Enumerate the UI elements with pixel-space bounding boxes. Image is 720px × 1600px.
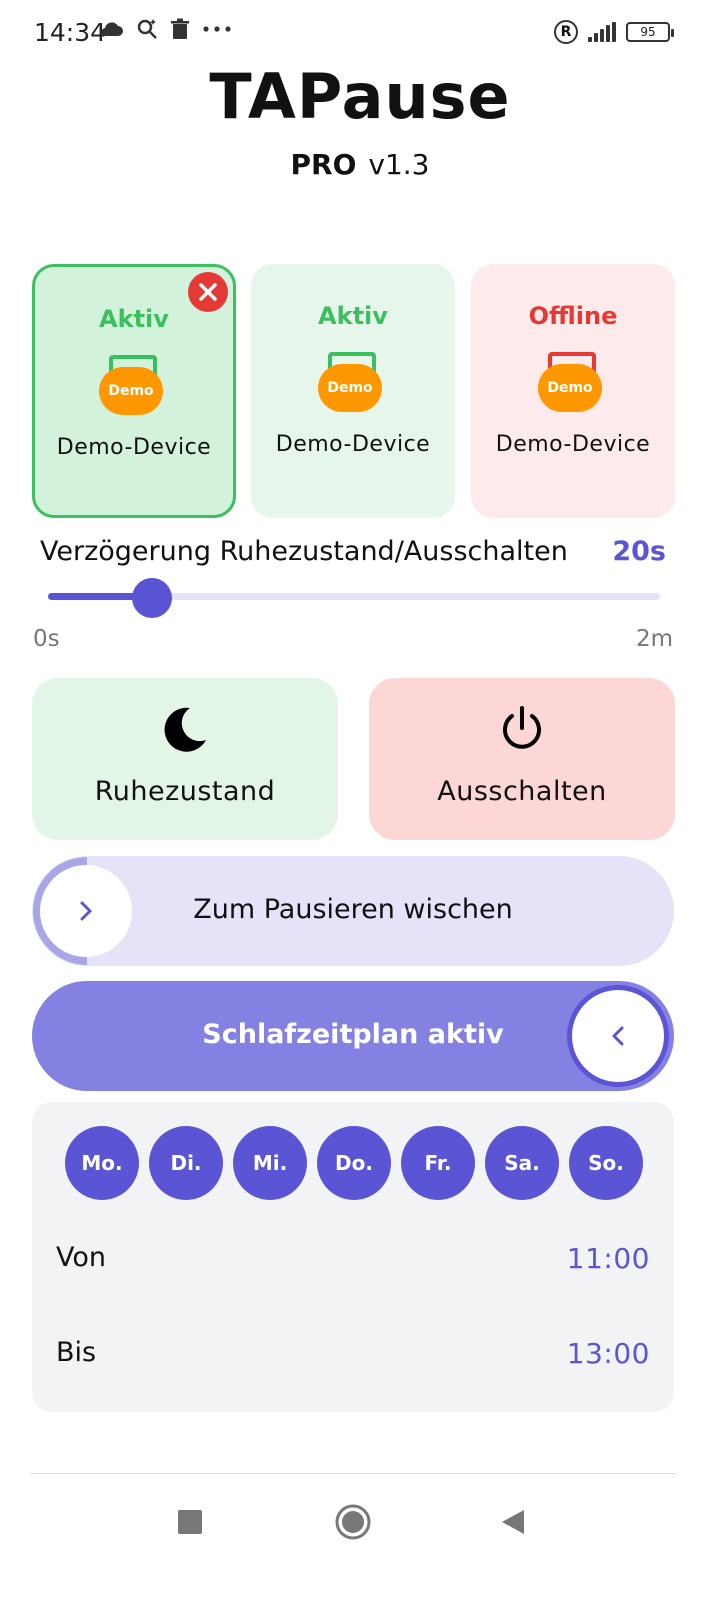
weekday-selector: Mo. Di. Mi. Do. Fr. Sa. So. — [65, 1126, 643, 1200]
status-icons-left — [100, 18, 232, 40]
device-name: Demo-Device — [56, 435, 212, 460]
schedule-panel: Mo. Di. Mi. Do. Fr. Sa. So. Von 11:00 Bi… — [32, 1102, 674, 1412]
back-button[interactable] — [488, 1500, 538, 1544]
back-triangle-icon — [502, 1510, 524, 1534]
status-time: 14:34 — [34, 18, 107, 47]
device-name: Demo-Device — [495, 432, 651, 457]
recent-apps-button[interactable] — [165, 1500, 215, 1544]
battery-level: 95 — [640, 25, 656, 39]
cloud-icon — [101, 22, 123, 37]
schedule-toggle-bar[interactable]: Schlafzeitplan aktiv — [32, 981, 674, 1091]
device-badge: Demo — [99, 367, 163, 415]
device-card-2[interactable]: Aktiv Demo Demo-Device — [251, 264, 455, 518]
device-icon: Demo — [318, 352, 388, 416]
from-label: Von — [56, 1242, 107, 1273]
device-name: Demo-Device — [275, 432, 431, 457]
close-icon — [199, 283, 217, 301]
device-icon: Demo — [538, 352, 608, 416]
schedule-toggle-knob[interactable] — [572, 990, 664, 1082]
day-wednesday[interactable]: Mi. — [233, 1126, 307, 1200]
shutdown-label: Ausschalten — [437, 776, 607, 807]
signal-icon — [588, 22, 616, 42]
version-label: v1.3 — [368, 148, 430, 181]
trash-icon — [171, 18, 189, 39]
sleep-button[interactable]: Ruhezustand — [32, 678, 338, 840]
delay-label: Verzögerung Ruhezustand/Ausschalten — [40, 536, 568, 567]
delay-max-label: 2m — [635, 626, 673, 652]
day-sunday[interactable]: So. — [569, 1126, 643, 1200]
device-card-3[interactable]: Offline Demo Demo-Device — [471, 264, 675, 518]
day-friday[interactable]: Fr. — [401, 1126, 475, 1200]
to-label: Bis — [56, 1337, 97, 1368]
nav-divider — [30, 1473, 676, 1474]
day-monday[interactable]: Mo. — [65, 1126, 139, 1200]
delay-slider-thumb[interactable] — [132, 578, 173, 618]
day-thursday[interactable]: Do. — [317, 1126, 391, 1200]
app-subtitle: PRO v1.3 — [0, 148, 720, 181]
registered-icon: R — [554, 20, 578, 44]
square-icon — [178, 1510, 202, 1534]
delay-min-label: 0s — [33, 626, 60, 652]
day-saturday[interactable]: Sa. — [485, 1126, 559, 1200]
shutdown-button[interactable]: Ausschalten — [369, 678, 675, 840]
device-status: Offline — [528, 302, 618, 330]
chevron-left-icon — [612, 1026, 624, 1046]
from-time[interactable]: 11:00 — [567, 1242, 650, 1275]
sleep-label: Ruhezustand — [94, 776, 276, 807]
day-tuesday[interactable]: Di. — [149, 1126, 223, 1200]
app-title: TAPause — [209, 60, 511, 133]
swipe-pause-label: Zum Pausieren wischen — [193, 894, 513, 925]
device-badge: Demo — [318, 364, 382, 412]
device-badge: Demo — [538, 364, 602, 412]
device-icon: Demo — [99, 355, 169, 419]
swipe-pause-bar[interactable]: Zum Pausieren wischen — [32, 856, 674, 966]
device-status: Aktiv — [318, 302, 388, 330]
status-icons-right: R 95 — [554, 20, 674, 44]
battery-icon: 95 — [626, 22, 674, 42]
delay-value: 20s — [612, 536, 666, 567]
home-circle-icon — [335, 1504, 371, 1540]
app-screen: 14:34 R 95 TAPause PRO v1.3 Aktiv Demo D… — [0, 0, 720, 1600]
more-dots-icon — [203, 26, 231, 32]
search-sparkle-icon — [137, 19, 157, 39]
power-icon — [503, 706, 541, 749]
remove-device-button[interactable] — [188, 272, 228, 312]
moon-icon — [164, 707, 206, 752]
device-status: Aktiv — [99, 305, 169, 333]
home-button[interactable] — [328, 1500, 378, 1544]
to-time[interactable]: 13:00 — [567, 1337, 650, 1370]
edition-label: PRO — [290, 148, 357, 181]
